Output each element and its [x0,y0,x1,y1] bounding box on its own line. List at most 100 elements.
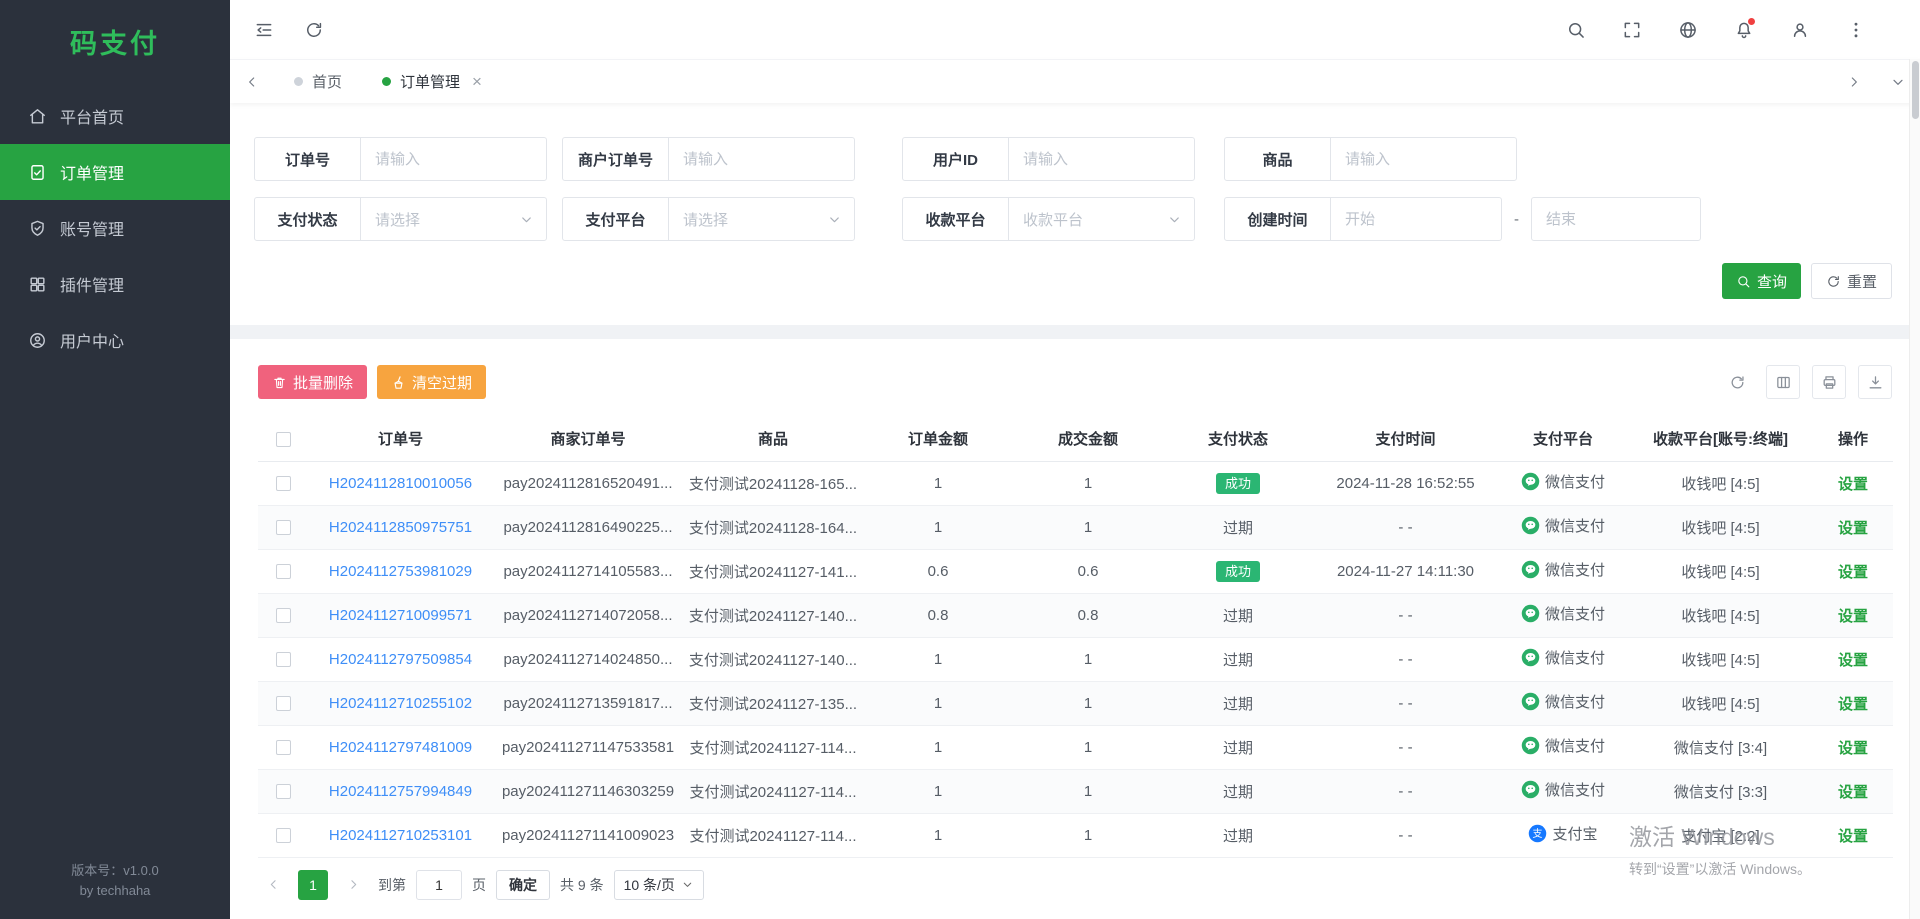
row-settings-link[interactable]: 设置 [1838,652,1868,669]
sidebar-item-home[interactable]: 平台首页 [0,88,230,144]
order-no-link[interactable]: H2024112710253101 [329,827,472,844]
row-checkbox[interactable] [276,828,291,843]
row-settings-link[interactable]: 设置 [1838,696,1868,713]
row-checkbox[interactable] [276,740,291,755]
row-settings-link[interactable]: 设置 [1838,520,1868,537]
topbar-left [244,10,334,50]
cell-pay-status: 过期 [1163,725,1313,769]
print-button[interactable] [1812,365,1846,399]
language-button[interactable] [1668,10,1708,50]
row-checkbox[interactable] [276,564,291,579]
page-scrollbar[interactable] [1909,59,1920,919]
row-checkbox[interactable] [276,608,291,623]
table-row: H2024112797481009pay202411271147533581支付… [258,725,1893,769]
page-number-button[interactable]: 1 [298,870,328,900]
order-no-link[interactable]: H2024112850975751 [329,519,472,536]
wechat-pay-icon [1521,736,1540,755]
cell-checkbox [258,769,308,813]
search-icon [1736,274,1751,289]
cell-checkbox [258,725,308,769]
scrollbar-thumb[interactable] [1912,61,1919,119]
sidebar-nav: 平台首页订单管理账号管理插件管理用户中心 [0,88,230,368]
row-settings-link[interactable]: 设置 [1838,476,1868,493]
order-no-link[interactable]: H2024112757994849 [329,783,472,800]
order-no-link[interactable]: H2024112797509854 [329,651,472,668]
cell-paid-amount: 1 [1013,461,1163,505]
row-checkbox[interactable] [276,476,291,491]
more-options-button[interactable] [1836,10,1876,50]
row-settings-link[interactable]: 设置 [1838,828,1868,845]
cell-order-no: H2024112797481009 [308,725,493,769]
row-settings-link[interactable]: 设置 [1838,784,1868,801]
cell-order-amount: 1 [863,769,1013,813]
tab-home[interactable]: 首页 [274,60,362,103]
tabs-scroll-right-button[interactable] [1832,60,1876,103]
table-refresh-button[interactable] [1720,365,1754,399]
global-search-button[interactable] [1556,10,1596,50]
sidebar-item-accounts[interactable]: 账号管理 [0,200,230,256]
clear-expired-button[interactable]: 清空过期 [377,365,486,399]
cell-pay-status: 过期 [1163,769,1313,813]
cell-pay-time: - - [1313,505,1498,549]
start-date-input[interactable] [1331,198,1501,240]
row-checkbox[interactable] [276,784,291,799]
order-no-link[interactable]: H2024112797481009 [329,739,472,756]
order-no-link[interactable]: H2024112710255102 [329,695,472,712]
page-size-select[interactable]: 10 条/页 [614,870,704,900]
cell-product: 支付测试20241127-114... [683,769,863,813]
column-settings-button[interactable] [1766,365,1800,399]
user-id-input[interactable] [1009,138,1194,180]
fullscreen-button[interactable] [1612,10,1652,50]
order-no-link[interactable]: H2024112710099571 [329,607,472,624]
user-center-icon [28,331,47,350]
select-placeholder: 收款平台 [1023,209,1083,230]
prev-page-button[interactable] [258,870,288,900]
select-all-checkbox[interactable] [276,432,291,447]
row-checkbox[interactable] [276,652,291,667]
row-checkbox[interactable] [276,520,291,535]
tabs-scroll-left-button[interactable] [230,60,274,103]
row-settings-link[interactable]: 设置 [1838,740,1868,757]
batch-delete-button[interactable]: 批量删除 [258,365,367,399]
row-checkbox[interactable] [276,696,291,711]
goto-label: 到第 [378,875,406,895]
order-no-input[interactable] [361,138,546,180]
cell-paid-amount: 1 [1013,769,1163,813]
user-profile-button[interactable] [1780,10,1820,50]
sidebar-collapse-button[interactable] [244,10,284,50]
order-no-link[interactable]: H2024112810010056 [329,475,472,492]
pay-status-select[interactable]: 请选择 [361,198,546,240]
cell-pay-time: - - [1313,725,1498,769]
tab-close-icon[interactable]: × [472,73,482,90]
sidebar-item-orders[interactable]: 订单管理 [0,144,230,200]
merchant-order-no-input[interactable] [669,138,854,180]
sidebar-item-plugins[interactable]: 插件管理 [0,256,230,312]
cell-product: 支付测试20241128-164... [683,505,863,549]
status-badge-success: 成功 [1216,473,1260,494]
search-button[interactable]: 查询 [1722,263,1801,299]
cell-pay-status: 过期 [1163,813,1313,857]
sidebar-item-user-center[interactable]: 用户中心 [0,312,230,368]
goto-page-input[interactable] [416,870,462,900]
reset-button[interactable]: 重置 [1811,263,1892,299]
header-cell: 订单金额 [863,417,1013,461]
tab-orders[interactable]: 订单管理× [362,60,502,103]
next-page-button[interactable] [338,870,368,900]
receive-platform-select[interactable]: 收款平台 [1009,198,1194,240]
table-row: H2024112710253101pay202411271141009023支付… [258,813,1893,857]
globe-icon [1678,20,1698,40]
filter-pay-platform: 支付平台 请选择 [562,197,855,241]
goto-confirm-button[interactable]: 确定 [496,870,550,900]
export-button[interactable] [1858,365,1892,399]
product-input[interactable] [1331,138,1516,180]
wechat-pay-icon [1521,648,1540,667]
cell-receive-platform: 支付宝 [2:2] [1628,813,1813,857]
notifications-button[interactable] [1724,10,1764,50]
table-row: H2024112710255102pay2024112713591817...支… [258,681,1893,725]
row-settings-link[interactable]: 设置 [1838,608,1868,625]
pay-platform-select[interactable]: 请选择 [669,198,854,240]
row-settings-link[interactable]: 设置 [1838,564,1868,581]
order-no-link[interactable]: H2024112753981029 [329,563,472,580]
page-refresh-button[interactable] [294,10,334,50]
end-date-input[interactable] [1531,197,1701,241]
